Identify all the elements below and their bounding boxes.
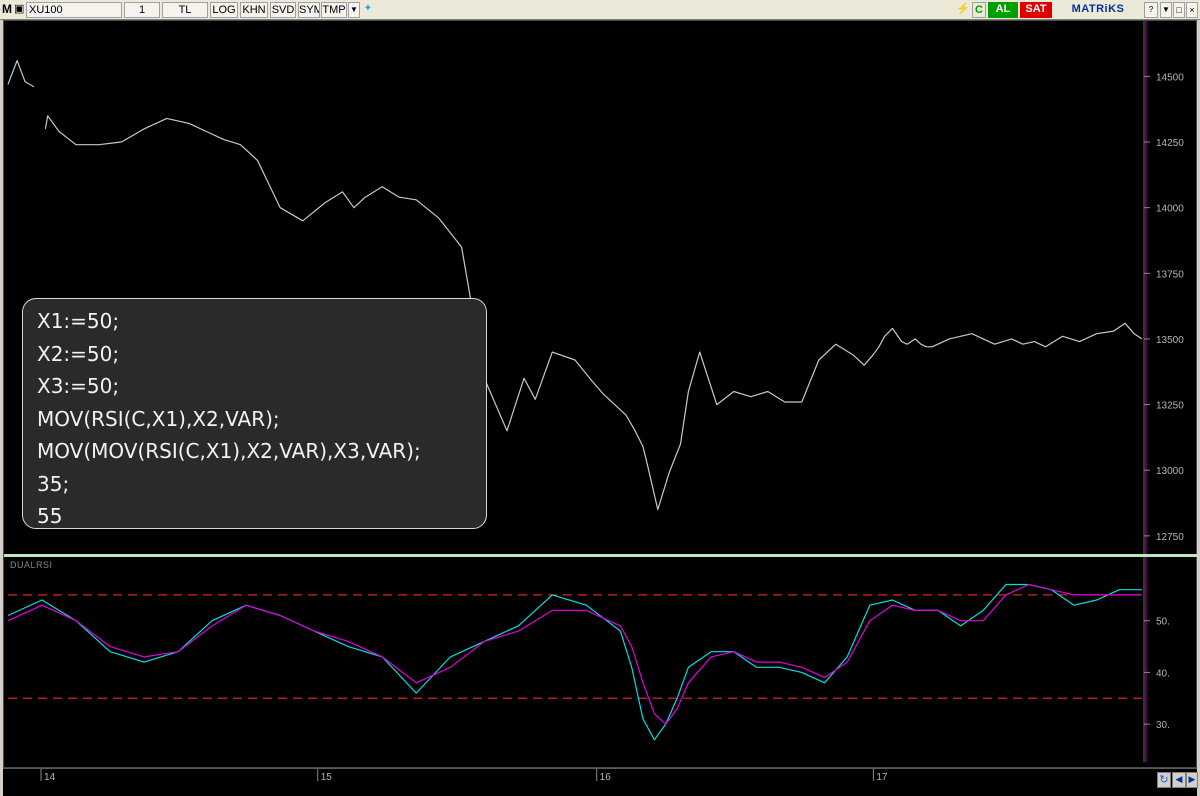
refresh-icon[interactable]: ↻ [1157, 772, 1171, 788]
time-axis-svg: 14 15 16 17 [40, 769, 888, 783]
x-tick-label: 16 [600, 772, 612, 783]
formula-line: X2:=50; [37, 341, 120, 366]
indicator-panel[interactable]: 30. 40. 50. DUALRSI [4, 557, 1198, 762]
y-tick-label: 12750 [1156, 532, 1184, 543]
lightning-icon[interactable]: ⚡ [956, 2, 970, 18]
time-axis[interactable]: 14 15 16 17 [3, 768, 1197, 796]
sym-button[interactable]: SYM [298, 2, 320, 18]
currency-field[interactable]: TL [162, 2, 208, 18]
period-field[interactable]: 1 [124, 2, 160, 18]
formula-box: X1:=50; X2:=50; X3:=50; MOV(RSI(C,X1),X2… [22, 298, 487, 529]
y-tick-label: 14250 [1156, 138, 1184, 149]
chart-toolbar: M ▣ XU100 1 TL LOG KHN SVD SYM TMP ▼ ✦ ⚡… [0, 0, 1200, 20]
series-line-1 [7, 583, 1142, 725]
log-button[interactable]: LOG [210, 2, 238, 18]
minimize-icon[interactable]: ▼ [1160, 2, 1172, 18]
formula-line: 35; [37, 471, 70, 496]
buy-button[interactable]: AL [988, 2, 1018, 18]
connection-button[interactable]: C [972, 2, 986, 18]
formula-line: MOV(RSI(C,X1),X2,VAR); [37, 406, 280, 431]
tmp-button[interactable]: TMP [321, 2, 347, 18]
x-tick-label: 15 [321, 772, 333, 783]
twitter-icon[interactable]: ✦ [361, 2, 375, 18]
window-icon[interactable]: ▣ [14, 2, 24, 18]
khn-button[interactable]: KHN [240, 2, 268, 18]
price-panel[interactable]: 12750 13000 13250 13500 13750 14000 14250 14500… [4, 21, 1198, 555]
indicator-name: DUALRSI [10, 560, 53, 570]
y-tick-label: 13750 [1156, 269, 1184, 280]
sell-button[interactable]: SAT [1020, 2, 1052, 18]
matriks-brand: MATRiKS [1071, 3, 1125, 15]
formula-line: MOV(MOV(RSI(C,X1),X2,VAR),X3,VAR); [37, 439, 421, 463]
maximize-icon[interactable]: □ [1173, 2, 1185, 18]
x-tick-label: 17 [876, 772, 888, 783]
y-tick-label: 13500 [1156, 335, 1184, 346]
y-tick-label: 50. [1156, 617, 1170, 628]
series-line-0 [7, 583, 1142, 741]
dualrsi-chart[interactable]: 30. 40. 50. [4, 557, 1198, 762]
close-icon[interactable]: × [1186, 2, 1198, 18]
y-tick-label: 30. [1156, 720, 1170, 731]
x-tick-label: 14 [44, 772, 56, 783]
symbol-field[interactable]: XU100 [26, 2, 122, 18]
app-logo: M [2, 2, 12, 16]
svd-button[interactable]: SVD [270, 2, 296, 18]
y-tick-label: 14500 [1156, 72, 1184, 83]
dropdown-arrow-icon[interactable]: ▼ [348, 2, 360, 18]
formula-line: X1:=50; [37, 309, 120, 333]
scroll-right-icon[interactable]: ▶ [1186, 772, 1198, 788]
scroll-left-icon[interactable]: ◀ [1172, 772, 1186, 788]
help-icon[interactable]: ? [1144, 2, 1158, 18]
y-tick-label: 13000 [1156, 466, 1184, 477]
formula-line: 55 [37, 504, 63, 528]
y-tick-label: 13250 [1156, 401, 1184, 412]
chart-area[interactable]: 12750 13000 13250 13500 13750 14000 14250 14500… [3, 20, 1198, 768]
formula-line: X3:=50; [37, 374, 120, 398]
y-tick-label: 40. [1156, 668, 1170, 679]
y-tick-label: 14000 [1156, 204, 1184, 215]
